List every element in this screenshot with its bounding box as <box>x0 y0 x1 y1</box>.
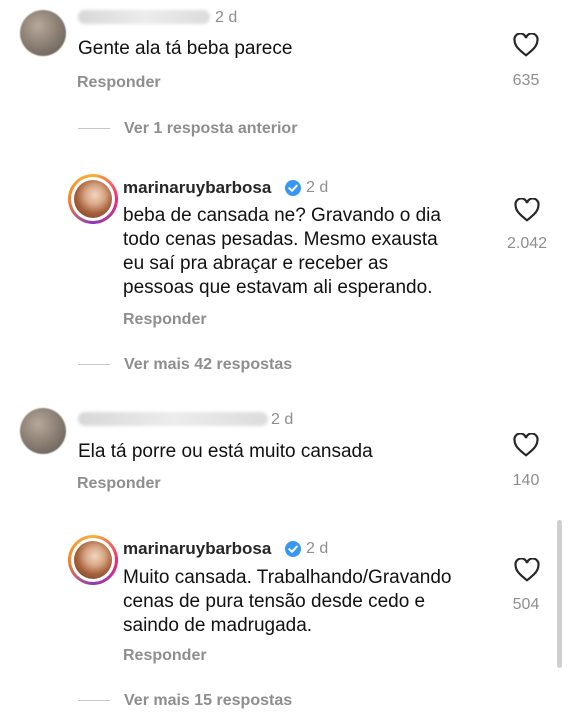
divider-line <box>78 128 110 129</box>
comment-time: 2 d <box>306 179 329 196</box>
heart-icon[interactable] <box>514 198 540 222</box>
view-more-replies[interactable]: Ver mais 15 respostas <box>124 692 292 710</box>
verified-badge-icon <box>285 541 301 557</box>
comment-text-line: saindo de madrugada. <box>123 615 313 636</box>
like-count: 140 <box>512 472 540 489</box>
view-previous-replies[interactable]: Ver 1 resposta anterior <box>124 120 297 138</box>
reply-button[interactable]: Responder <box>123 311 207 329</box>
comment-text-line: Muito cansada. Trabalhando/Gravando <box>123 567 452 588</box>
commenter-username[interactable] <box>78 10 210 24</box>
reply-button[interactable]: Responder <box>77 74 161 92</box>
scrollbar[interactable] <box>557 520 562 668</box>
username[interactable]: marinaruybarbosa <box>123 178 271 198</box>
comment-text-line: eu saí pra abraçar e receber as <box>123 253 389 274</box>
heart-icon[interactable] <box>514 558 540 582</box>
comment-text: Gente ala tá beba parece <box>78 38 293 59</box>
comment-time: 2 d <box>306 540 329 557</box>
verified-badge-icon <box>285 180 301 196</box>
username[interactable]: marinaruybarbosa <box>123 539 271 559</box>
comment-time: 2 d <box>271 411 294 428</box>
heart-icon[interactable] <box>513 433 539 457</box>
comment-text-line: pessoas que estavam ali esperando. <box>123 277 433 298</box>
divider-line <box>78 700 110 701</box>
comment-text-line: beba de cansada ne? Gravando o dia <box>123 205 441 226</box>
comment-time: 2 d <box>215 9 238 26</box>
user-avatar[interactable] <box>68 174 118 224</box>
reply-button[interactable]: Responder <box>77 475 161 493</box>
user-avatar[interactable] <box>68 535 118 585</box>
comment-text: beba de cansada ne? Gravando o dia todo … <box>123 204 441 300</box>
commenter-avatar[interactable] <box>20 10 66 56</box>
comment-text-line: todo cenas pesadas. Mesmo exausta <box>123 229 438 250</box>
comment-text-line: cenas de pura tensão desde cedo e <box>123 591 426 612</box>
divider-line <box>78 364 110 365</box>
commenter-username[interactable] <box>78 412 268 426</box>
comment-text: Ela tá porre ou está muito cansada <box>78 441 373 462</box>
heart-icon[interactable] <box>513 33 539 57</box>
like-count: 504 <box>512 596 540 613</box>
view-more-replies[interactable]: Ver mais 42 respostas <box>124 356 292 374</box>
commenter-avatar[interactable] <box>20 408 66 454</box>
comment-text: Muito cansada. Trabalhando/Gravando cena… <box>123 566 452 638</box>
reply-button[interactable]: Responder <box>123 647 207 665</box>
like-count: 635 <box>512 72 540 89</box>
like-count: 2.042 <box>506 235 548 252</box>
